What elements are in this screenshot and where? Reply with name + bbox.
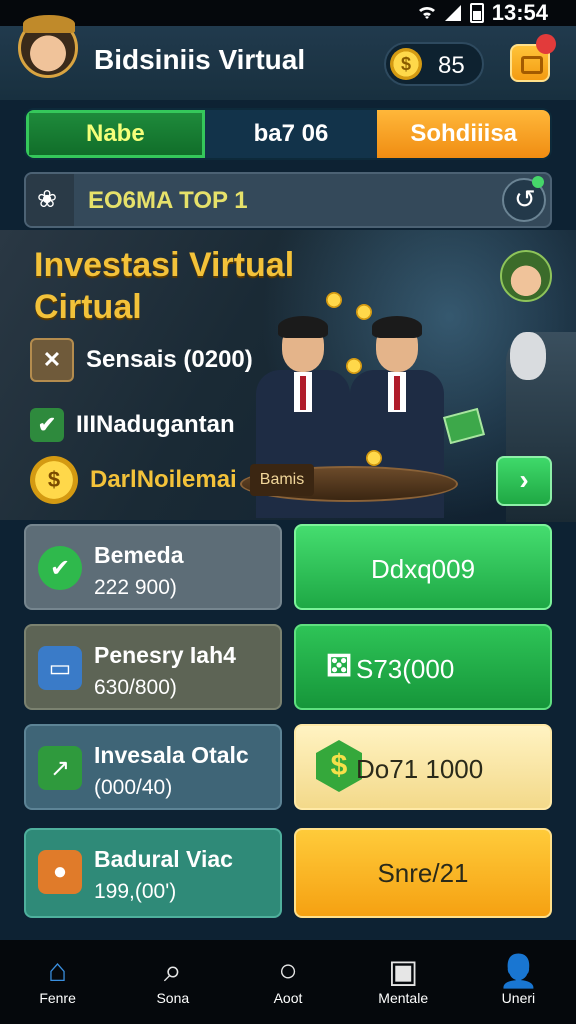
coin-icon <box>356 304 372 320</box>
nav-label: Aoot <box>273 990 303 1006</box>
buy-button-label: Ddxq009 <box>370 554 476 584</box>
investment-card[interactable]: ▭ Penesry Iah4 630/800) <box>24 624 282 710</box>
card-title: Invesala Otalc <box>94 742 249 768</box>
search-text: EO6MA TOP 1 <box>88 187 248 214</box>
coin-icon <box>326 292 342 308</box>
buy-button[interactable]: Ddxq009 <box>294 524 552 610</box>
nav-profile[interactable]: 👤 Uneri <box>461 940 576 1024</box>
nav-center[interactable]: ○ Aoot <box>230 940 345 1024</box>
hero-title: Investasi Virtual Cirtual <box>34 244 294 328</box>
coin-balance[interactable]: $ 85 <box>384 42 484 86</box>
hero-banner: Investasi Virtual Cirtual ✕ Sensais (020… <box>0 230 576 520</box>
coin-search-icon: $ <box>30 456 78 504</box>
bottom-nav: ⌂ Fenre ⌕ Sona ○ Aoot ▣ Mentale 👤 Uneri <box>0 940 576 1024</box>
battery-icon <box>469 3 484 23</box>
home-icon: ⌂ <box>47 952 68 988</box>
hero-row-1: ✕ Sensais (0200) <box>30 338 253 382</box>
app-title: Bidsiniis Virtual <box>94 44 306 75</box>
tab-ba7[interactable]: ba7 06 <box>204 110 378 158</box>
credit-card-icon: ▭ <box>38 646 82 690</box>
profile-avatar[interactable] <box>18 15 78 78</box>
user-icon: 👤 <box>498 953 539 989</box>
investment-card[interactable]: ↗ Invesala Otalc (000/40) <box>24 724 282 810</box>
tab-nabe[interactable]: Nabe <box>26 110 205 158</box>
circle-icon: ○ <box>278 952 298 988</box>
investment-card[interactable]: ✔ Bemeda 222 900) <box>24 524 282 610</box>
hero-row-3: $ DarlNoilemai <box>30 456 237 504</box>
advisor-avatar[interactable] <box>500 250 552 302</box>
box-icon: ● <box>38 850 82 894</box>
hero-row-1-label: Sensais (0200) <box>86 346 253 373</box>
coin-count: 85 <box>438 52 465 79</box>
nav-label: Uneri <box>501 990 536 1006</box>
nav-label: Sona <box>156 990 190 1006</box>
nav-label: Mentale <box>378 990 429 1006</box>
buy-button[interactable]: $ Do71 1000 <box>294 724 552 810</box>
check-icon: ✔ <box>38 546 82 590</box>
clock: 13:54 <box>491 0 548 25</box>
nav-search[interactable]: ⌕ Sona <box>115 940 230 1024</box>
card-title: Bemeda <box>94 542 184 568</box>
card-title: Badural Viac <box>94 846 233 872</box>
coin-icon <box>346 358 362 374</box>
hero-row-3-label: DarlNoilemai <box>90 466 237 493</box>
status-bar: 13:54 <box>0 0 576 26</box>
tab-sohdiiisa[interactable]: Sohdiiisa <box>377 110 550 158</box>
gift-icon: ▣ <box>388 953 419 989</box>
nav-label: Fenre <box>39 990 76 1006</box>
status-dot <box>532 176 544 188</box>
nav-gift[interactable]: ▣ Mentale <box>346 940 461 1024</box>
tab-bar: Nabe ba7 06 Sohdiiisa <box>24 108 552 160</box>
status-icons: 13:54 <box>418 0 548 25</box>
signal-icon <box>444 5 461 21</box>
buy-button-label: S73(000 <box>356 654 455 684</box>
desk-sign: Bamis <box>250 464 314 496</box>
search-bar[interactable]: EO6MA TOP 1 <box>24 172 552 228</box>
tools-icon: ✕ <box>30 338 74 382</box>
hero-row-2-label: IIINadugantan <box>76 411 235 438</box>
investment-card[interactable]: ● Badural Viac 199,(00') <box>24 828 282 918</box>
hero-row-2: ✔ IIINadugantan <box>30 408 235 442</box>
next-arrow-button[interactable]: › <box>496 456 552 506</box>
card-value: 222 900) <box>94 576 177 599</box>
notification-badge <box>536 34 556 54</box>
coin-icon <box>366 450 382 466</box>
buy-button-label: Do71 1000 <box>356 754 484 784</box>
check-icon: ✔ <box>30 408 64 442</box>
card-value: 630/800) <box>94 676 177 699</box>
buy-button-label: Snre/21 <box>377 858 469 888</box>
card-value: 199,(00') <box>94 880 177 903</box>
bag-icon: ↗ <box>38 746 82 790</box>
filter-icon[interactable] <box>26 174 74 226</box>
nav-home[interactable]: ⌂ Fenre <box>0 940 115 1024</box>
search-icon: ⌕ <box>163 952 182 988</box>
coin-icon: $ <box>390 48 422 80</box>
card-title: Penesry Iah4 <box>94 642 236 668</box>
wifi-icon <box>418 6 435 19</box>
buy-button[interactable]: Snre/21 <box>294 828 552 918</box>
card-value: (000/40) <box>94 776 173 799</box>
buy-button[interactable]: ⚄ S73(000 <box>294 624 552 710</box>
hero-title-line1: Investasi Virtual <box>34 246 295 284</box>
